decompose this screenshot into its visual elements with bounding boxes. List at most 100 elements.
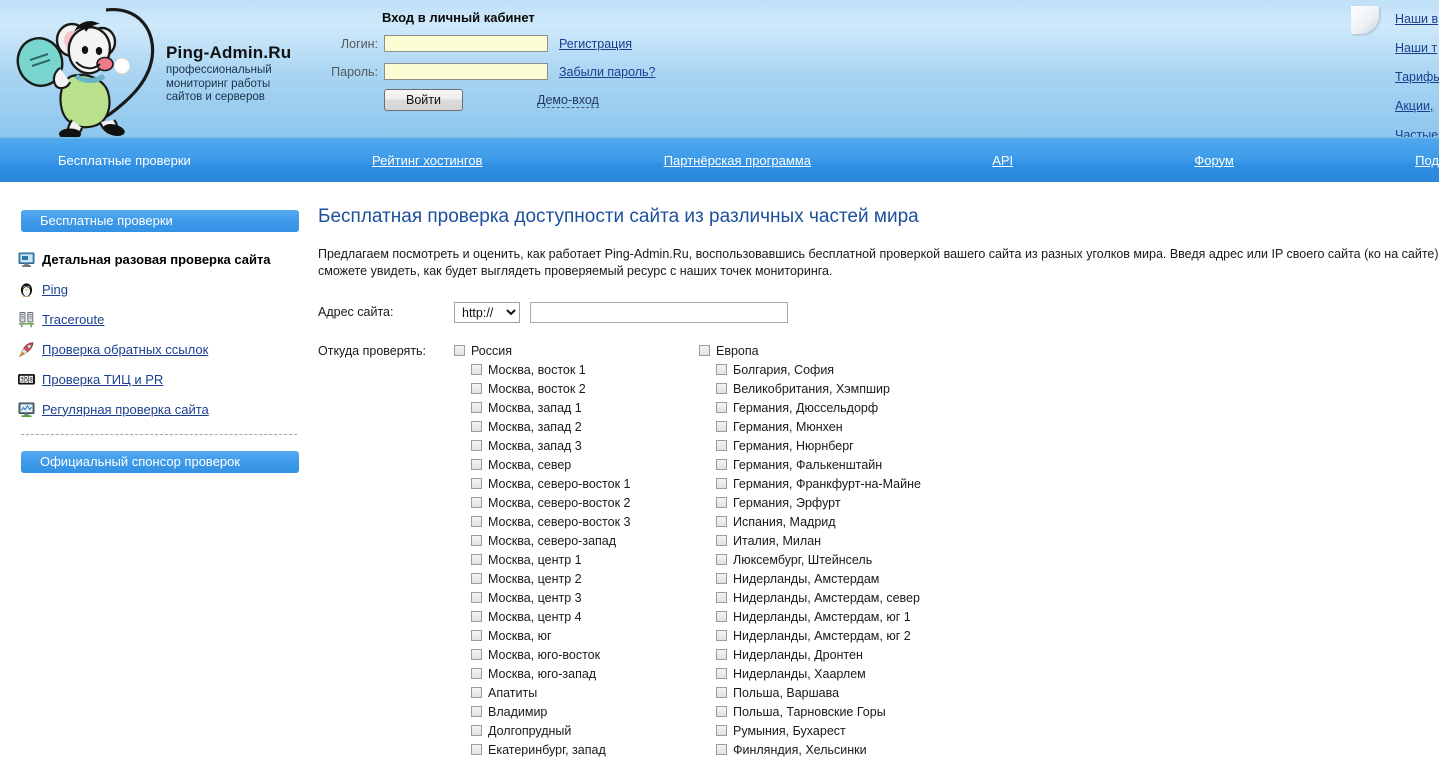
region-item[interactable]: Нидерланды, Амстердам, север xyxy=(699,588,944,607)
region-item[interactable]: Польша, Варшава xyxy=(699,683,944,702)
region-item[interactable]: Москва, северо-восток 3 xyxy=(454,512,699,531)
region-item[interactable]: Москва, север xyxy=(454,455,699,474)
region-item[interactable]: Владимир xyxy=(454,702,699,721)
region-item[interactable]: Москва, запад 3 xyxy=(454,436,699,455)
nav-item-5[interactable]: Под xyxy=(1415,153,1439,168)
checkbox-region[interactable] xyxy=(716,630,727,641)
nav-link-5[interactable]: Под xyxy=(1415,153,1439,168)
checkbox-region[interactable] xyxy=(716,478,727,489)
region-item[interactable]: Москва, восток 2 xyxy=(454,379,699,398)
region-item[interactable]: Москва, центр 2 xyxy=(454,569,699,588)
header-quick-link-2[interactable]: Тарифы xyxy=(1395,70,1439,84)
region-item[interactable]: Долгопрудный xyxy=(454,721,699,740)
region-item[interactable]: Москва, запад 2 xyxy=(454,417,699,436)
nav-link-1[interactable]: Рейтинг хостингов xyxy=(372,153,482,168)
sidebar-item-label[interactable]: Traceroute xyxy=(42,312,104,327)
region-item[interactable]: Румыния, Бухарест xyxy=(699,721,944,740)
checkbox-region[interactable] xyxy=(716,725,727,736)
sidebar-item-5[interactable]: Регулярная проверка сайта xyxy=(18,398,318,420)
checkbox-region[interactable] xyxy=(471,611,482,622)
region-item[interactable]: Москва, восток 1 xyxy=(454,360,699,379)
sidebar-item-3[interactable]: Проверка обратных ссылок xyxy=(18,338,318,360)
checkbox-region[interactable] xyxy=(471,516,482,527)
region-item[interactable]: Германия, Дюссельдорф xyxy=(699,398,944,417)
region-group-1[interactable]: Европа xyxy=(699,341,944,360)
checkbox-group[interactable] xyxy=(454,345,465,356)
region-item[interactable]: Москва, северо-восток 2 xyxy=(454,493,699,512)
checkbox-region[interactable] xyxy=(716,364,727,375)
login-input[interactable] xyxy=(384,35,548,52)
region-item[interactable]: Германия, Нюрнберг xyxy=(699,436,944,455)
checkbox-region[interactable] xyxy=(471,687,482,698)
checkbox-region[interactable] xyxy=(471,706,482,717)
forgot-password-link[interactable]: Забыли пароль? xyxy=(559,65,656,79)
checkbox-region[interactable] xyxy=(471,649,482,660)
sidebar-item-1[interactable]: Ping xyxy=(18,278,318,300)
checkbox-region[interactable] xyxy=(716,383,727,394)
checkbox-region[interactable] xyxy=(716,402,727,413)
region-item[interactable]: Москва, запад 1 xyxy=(454,398,699,417)
checkbox-region[interactable] xyxy=(471,497,482,508)
checkbox-region[interactable] xyxy=(471,364,482,375)
checkbox-region[interactable] xyxy=(716,554,727,565)
region-item[interactable]: Великобритания, Хэмпшир xyxy=(699,379,944,398)
region-item[interactable]: Германия, Франкфурт-на-Майне xyxy=(699,474,944,493)
checkbox-region[interactable] xyxy=(471,402,482,413)
checkbox-region[interactable] xyxy=(716,744,727,755)
checkbox-region[interactable] xyxy=(716,497,727,508)
checkbox-region[interactable] xyxy=(716,706,727,717)
header-quick-link-4[interactable]: Частые xyxy=(1395,128,1439,140)
sidebar-item-label[interactable]: Регулярная проверка сайта xyxy=(42,402,209,417)
checkbox-region[interactable] xyxy=(471,478,482,489)
nav-item-3[interactable]: API xyxy=(992,153,1013,168)
region-item[interactable]: Нидерланды, Амстердам, юг 1 xyxy=(699,607,944,626)
checkbox-region[interactable] xyxy=(471,573,482,584)
region-item[interactable]: Москва, юго-запад xyxy=(454,664,699,683)
checkbox-region[interactable] xyxy=(471,725,482,736)
checkbox-region[interactable] xyxy=(716,440,727,451)
region-item[interactable]: Екатеринбург, запад xyxy=(454,740,699,759)
region-item[interactable]: Польша, Тарновские Горы xyxy=(699,702,944,721)
region-item[interactable]: Испания, Мадрид xyxy=(699,512,944,531)
sidebar-item-label[interactable]: Ping xyxy=(42,282,68,297)
region-group-0[interactable]: Россия xyxy=(454,341,699,360)
nav-link-2[interactable]: Партнёрская программа xyxy=(664,153,811,168)
header-quick-link-3[interactable]: Акции, xyxy=(1395,99,1439,113)
region-item[interactable]: Москва, юг xyxy=(454,626,699,645)
checkbox-region[interactable] xyxy=(716,573,727,584)
header-quick-link-1[interactable]: Наши т xyxy=(1395,41,1439,55)
sidebar-item-label[interactable]: Проверка обратных ссылок xyxy=(42,342,208,357)
region-item[interactable]: Москва, центр 4 xyxy=(454,607,699,626)
region-item[interactable]: Москва, северо-восток 1 xyxy=(454,474,699,493)
region-item[interactable]: Москва, центр 3 xyxy=(454,588,699,607)
checkbox-region[interactable] xyxy=(471,668,482,679)
region-item[interactable]: Нидерланды, Амстердам, юг 2 xyxy=(699,626,944,645)
region-item[interactable]: Москва, юго-восток xyxy=(454,645,699,664)
header-quick-link-0[interactable]: Наши в xyxy=(1395,12,1439,26)
checkbox-region[interactable] xyxy=(716,421,727,432)
checkbox-region[interactable] xyxy=(716,535,727,546)
nav-link-4[interactable]: Форум xyxy=(1194,153,1234,168)
sidebar-item-4[interactable]: 358Проверка ТИЦ и PR xyxy=(18,368,318,390)
region-item[interactable]: Финляндия, Хельсинки xyxy=(699,740,944,759)
checkbox-region[interactable] xyxy=(471,535,482,546)
region-item[interactable]: Германия, Фалькенштайн xyxy=(699,455,944,474)
checkbox-region[interactable] xyxy=(716,668,727,679)
checkbox-region[interactable] xyxy=(716,611,727,622)
checkbox-region[interactable] xyxy=(716,592,727,603)
checkbox-region[interactable] xyxy=(471,554,482,565)
nav-item-1[interactable]: Рейтинг хостингов xyxy=(372,153,482,168)
nav-link-3[interactable]: API xyxy=(992,153,1013,168)
checkbox-region[interactable] xyxy=(471,744,482,755)
region-item[interactable]: Москва, северо-запад xyxy=(454,531,699,550)
region-item[interactable]: Италия, Милан xyxy=(699,531,944,550)
checkbox-region[interactable] xyxy=(716,687,727,698)
checkbox-region[interactable] xyxy=(471,459,482,470)
login-submit-button[interactable]: Войти xyxy=(384,89,463,111)
checkbox-region[interactable] xyxy=(471,592,482,603)
region-item[interactable]: Нидерланды, Дронтен xyxy=(699,645,944,664)
register-link[interactable]: Регистрация xyxy=(559,37,632,51)
checkbox-region[interactable] xyxy=(471,440,482,451)
region-item[interactable]: Москва, центр 1 xyxy=(454,550,699,569)
region-item[interactable]: Нидерланды, Амстердам xyxy=(699,569,944,588)
